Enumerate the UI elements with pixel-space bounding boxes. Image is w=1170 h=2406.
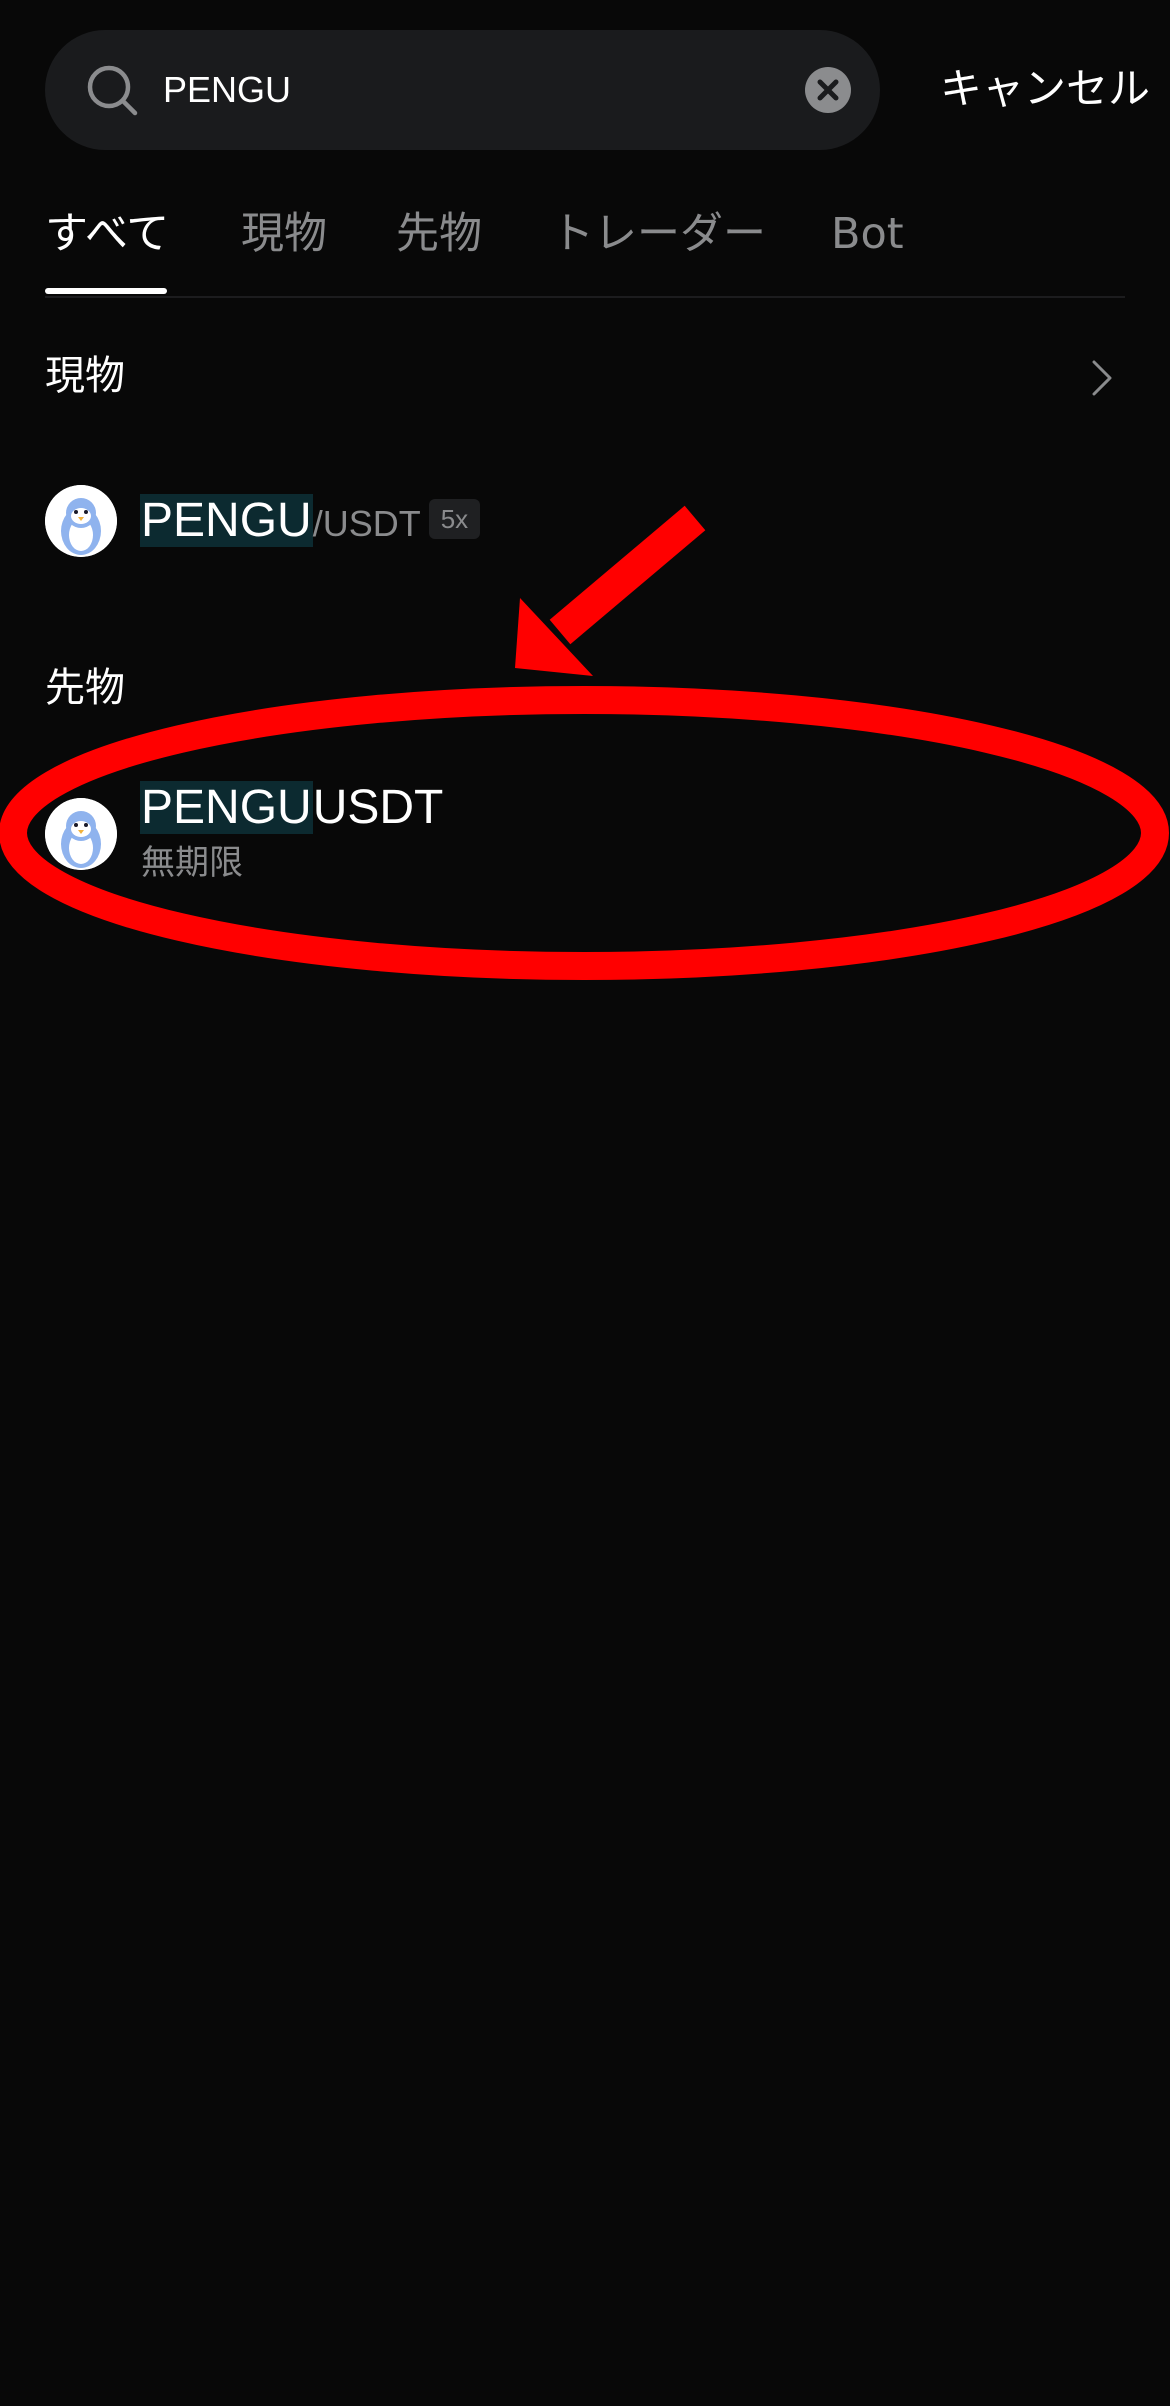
cancel-button[interactable]: キャンセル	[910, 54, 1150, 124]
leverage-badge: 5x	[428, 499, 481, 539]
spot-section-title: 現物	[45, 353, 125, 399]
chevron-right-icon[interactable]	[1090, 358, 1114, 398]
futures-pair-name: PENGUUSDT	[140, 778, 443, 838]
category-tabs: すべて 現物 先物 トレーダー Bot	[45, 192, 1125, 298]
contract-type-label: 無期限	[141, 843, 243, 883]
search-input[interactable]	[163, 60, 723, 120]
futures-section-title: 先物	[45, 665, 125, 711]
search-bar[interactable]	[45, 30, 880, 150]
penguin-avatar-icon	[45, 485, 117, 557]
tab-futures[interactable]: 先物	[396, 202, 482, 266]
red-arrow-annotation	[515, 505, 706, 676]
tab-bot[interactable]: Bot	[831, 202, 904, 266]
quote-currency: USDT	[312, 781, 444, 834]
tab-spot[interactable]: 現物	[241, 202, 327, 266]
search-match-highlight: PENGU	[140, 781, 313, 834]
search-match-highlight: PENGU	[140, 494, 313, 547]
penguin-avatar-icon	[45, 798, 117, 870]
active-tab-indicator	[45, 288, 167, 294]
search-icon	[87, 65, 138, 116]
tab-traders[interactable]: トレーダー	[551, 202, 766, 266]
spot-pair-name: PENGU/USDT 5x	[140, 491, 481, 551]
quote-currency: /USDT	[312, 503, 421, 544]
tab-all[interactable]: すべて	[45, 202, 169, 266]
clear-icon[interactable]	[805, 67, 851, 113]
